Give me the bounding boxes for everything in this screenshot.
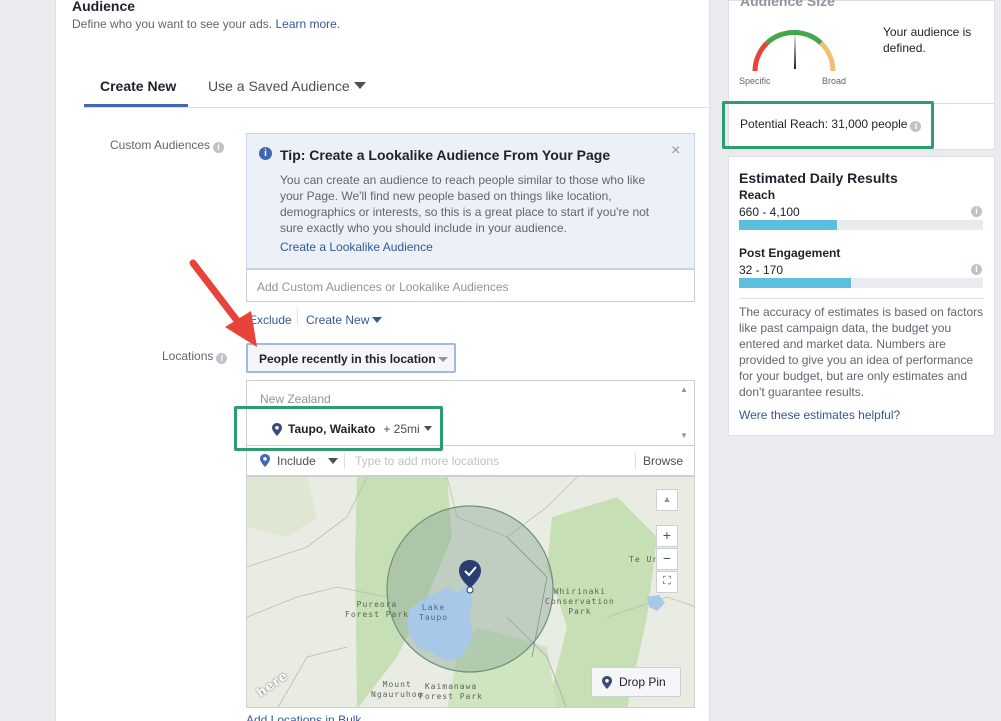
- tab-use-saved-audience[interactable]: Use a Saved Audience: [208, 78, 366, 94]
- map-label-kaimanawa: Kaimanawa Forest Park: [419, 682, 483, 701]
- drop-pin-label: Drop Pin: [619, 675, 666, 689]
- location-map[interactable]: Pureora Forest Park Lake Taupo Whirinaki Co…: [246, 476, 695, 708]
- estimates-helpful-link[interactable]: Were these estimates helpful?: [739, 408, 900, 422]
- info-icon: i: [259, 147, 272, 160]
- separator: [635, 453, 636, 469]
- include-dropdown[interactable]: Include: [277, 454, 316, 468]
- lookalike-tip-box: i Tip: Create a Lookalike Audience From …: [246, 133, 695, 269]
- map-pin-icon: [260, 454, 270, 467]
- chevron-down-icon: [438, 357, 448, 362]
- location-type-value: People recently in this location: [259, 352, 436, 366]
- reach-bar: [739, 220, 983, 230]
- create-new-dropdown[interactable]: Create New: [306, 313, 383, 327]
- country-group-label: New Zealand: [260, 392, 331, 406]
- chevron-down-icon: [328, 458, 338, 464]
- custom-audiences-label: Custom Audiences i: [110, 138, 225, 153]
- zoom-out-button[interactable]: −: [656, 548, 678, 570]
- tab-saved-label: Use a Saved Audience: [208, 78, 350, 94]
- reach-label: Reach: [739, 188, 776, 202]
- separator: [344, 453, 345, 469]
- close-icon[interactable]: ×: [671, 142, 680, 160]
- chevron-down-icon: [372, 317, 383, 323]
- red-arrow-annotation: [189, 259, 257, 347]
- link-separator: [297, 309, 298, 325]
- map-label-mount-ngauruhoe: Mount Ngauruhoe: [371, 680, 424, 699]
- post-engagement-bar-fill: [739, 278, 852, 288]
- browse-button[interactable]: Browse: [643, 454, 683, 468]
- reach-bar-fill: [739, 220, 837, 230]
- estimates-note: The accuracy of estimates is based on fa…: [739, 305, 984, 399]
- estimated-results-panel: Estimated Daily Results Reach 660 - 4,10…: [728, 156, 995, 436]
- subtitle-text: Define who you want to see your ads.: [72, 17, 273, 31]
- divider: [739, 298, 983, 299]
- gauge-broad-label: Broad: [822, 76, 847, 86]
- custom-audiences-placeholder: Add Custom Audiences or Lookalike Audien…: [257, 280, 509, 294]
- fit-bounds-icon[interactable]: ⛶: [656, 571, 678, 593]
- map-label-whirinaki: Whirinaki Conservation Park: [545, 587, 615, 616]
- map-label-pureora: Pureora Forest Park: [345, 600, 409, 619]
- audience-gauge: [752, 30, 836, 72]
- reach-range: 660 - 4,100: [739, 205, 800, 219]
- scroll-up-icon[interactable]: ▲: [680, 385, 688, 394]
- post-engagement-label: Post Engagement: [739, 246, 841, 260]
- estimated-results-title: Estimated Daily Results: [739, 170, 898, 186]
- gauge-specific-label: Specific: [739, 76, 771, 86]
- info-icon[interactable]: i: [213, 142, 225, 153]
- post-engagement-range: 32 - 170: [739, 263, 784, 277]
- map-pan-up-button[interactable]: ▲: [656, 489, 678, 511]
- location-search-input[interactable]: Type to add more locations: [355, 454, 499, 468]
- scroll-down-icon[interactable]: ▼: [680, 431, 688, 440]
- custom-audiences-input[interactable]: Add Custom Audiences or Lookalike Audien…: [246, 269, 695, 302]
- tip-body: You can create an audience to reach peop…: [280, 173, 650, 235]
- add-locations-bulk-link[interactable]: Add Locations in Bulk: [246, 713, 361, 721]
- audience-size-title: Audience Size: [740, 0, 835, 9]
- highlight-potential-reach: [722, 101, 934, 149]
- tip-title: Tip: Create a Lookalike Audience From Yo…: [280, 147, 611, 163]
- custom-audiences-label-text: Custom Audiences: [110, 138, 211, 152]
- map-label-lake-taupo: Lake Taupo: [419, 603, 449, 622]
- map-pin-icon: [602, 676, 612, 689]
- highlight-selected-location: [234, 406, 443, 451]
- chevron-down-icon: [353, 82, 366, 89]
- section-title: Audience: [72, 0, 136, 14]
- create-lookalike-link[interactable]: Create a Lookalike Audience: [280, 240, 433, 254]
- create-new-label: Create New: [306, 313, 370, 327]
- learn-more-link[interactable]: Learn more.: [275, 17, 340, 31]
- info-icon[interactable]: i: [971, 264, 982, 275]
- drop-pin-button[interactable]: Drop Pin: [591, 667, 681, 697]
- info-icon[interactable]: i: [971, 206, 982, 217]
- location-type-select[interactable]: People recently in this location: [246, 343, 456, 373]
- audience-size-description: Your audience is defined.: [883, 25, 972, 55]
- section-subtitle: Define who you want to see your ads. Lea…: [72, 17, 340, 31]
- post-engagement-bar: [739, 278, 983, 288]
- tab-create-new[interactable]: Create New: [100, 78, 176, 94]
- audience-panel: Audience Define who you want to see your…: [55, 0, 711, 721]
- zoom-in-button[interactable]: +: [656, 525, 678, 547]
- tabs-divider: [84, 107, 711, 108]
